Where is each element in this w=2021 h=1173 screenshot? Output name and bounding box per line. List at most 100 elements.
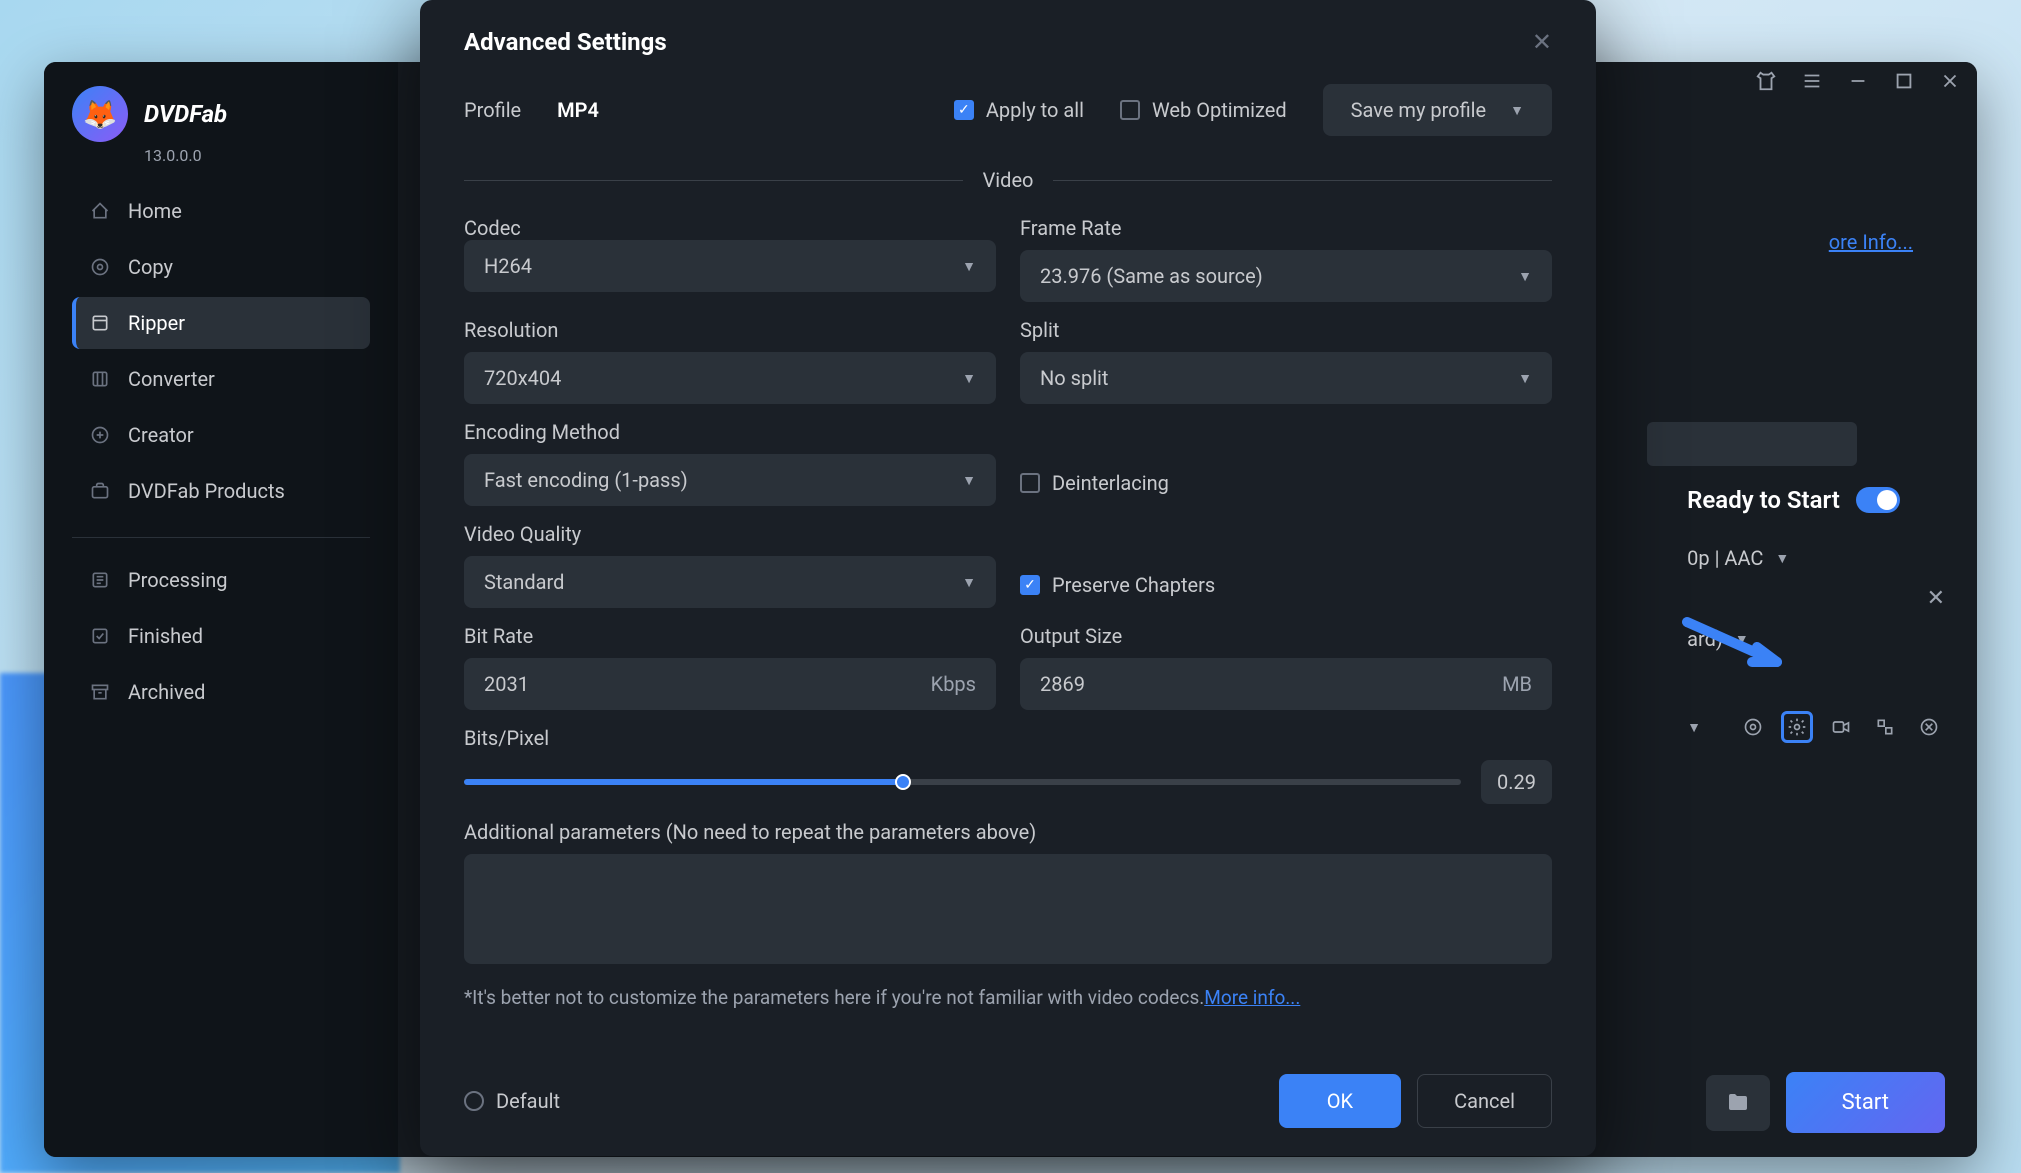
bitspixel-field: Bits/Pixel 0.29	[464, 726, 1552, 804]
profile-row: Profile MP4 ✓ Apply to all Web Optimized…	[464, 84, 1552, 136]
sidebar-item-archived[interactable]: Archived	[72, 666, 370, 718]
sidebar-item-converter[interactable]: Converter	[72, 353, 370, 405]
checkbox-icon	[1020, 473, 1040, 493]
field-label: Resolution	[464, 318, 996, 342]
sidebar-item-home[interactable]: Home	[72, 185, 370, 237]
select-value: 23.976 (Same as source)	[1040, 264, 1263, 288]
web-optimized-checkbox[interactable]: Web Optimized	[1120, 98, 1287, 122]
sidebar-item-processing[interactable]: Processing	[72, 554, 370, 606]
start-button[interactable]: Start	[1786, 1072, 1945, 1133]
sidebar-item-creator[interactable]: Creator	[72, 409, 370, 461]
field-label: Bit Rate	[464, 624, 996, 648]
bitrate-input-field[interactable]	[484, 672, 931, 696]
apply-to-all-checkbox[interactable]: ✓ Apply to all	[954, 98, 1084, 122]
cancel-button[interactable]: Cancel	[1417, 1074, 1552, 1128]
save-profile-button[interactable]: Save my profile ▼	[1323, 84, 1552, 136]
info-line-1: 0p | AAC ▼	[1687, 546, 1945, 570]
slider-thumb[interactable]	[895, 774, 911, 790]
nav-label: Ripper	[128, 311, 185, 335]
info-line-2: ard) ▼	[1687, 627, 1945, 651]
divider-line	[464, 180, 963, 181]
deinterlacing-checkbox[interactable]: Deinterlacing	[1020, 471, 1169, 495]
shirt-icon[interactable]	[1755, 70, 1777, 98]
copy-icon	[88, 255, 112, 279]
edit-icon[interactable]	[1825, 711, 1857, 743]
window-title-bar	[1755, 70, 1961, 98]
slider-row: 0.29	[464, 760, 1552, 804]
preserve-chapters-field: ✓ Preserve Chapters	[1020, 522, 1552, 608]
sidebar-item-ripper[interactable]: Ripper	[72, 297, 370, 349]
encoding-select[interactable]: Fast encoding (1-pass) ▼	[464, 454, 996, 506]
default-radio[interactable]: Default	[464, 1089, 560, 1113]
app-logo-row: 🦊 DVDFab	[72, 86, 370, 142]
home-icon	[88, 199, 112, 223]
select-value: 720x404	[484, 366, 561, 390]
field-label: Codec	[464, 216, 996, 240]
nav-label: Finished	[128, 624, 203, 648]
checkbox-icon: ✓	[1020, 575, 1040, 595]
field-label: Frame Rate	[1020, 216, 1552, 240]
sidebar-item-finished[interactable]: Finished	[72, 610, 370, 662]
resolution-select[interactable]: 720x404 ▼	[464, 352, 996, 404]
maximize-icon[interactable]	[1893, 70, 1915, 98]
preview-icon[interactable]	[1737, 711, 1769, 743]
sidebar-item-products[interactable]: DVDFab Products	[72, 465, 370, 517]
nav-label: Converter	[128, 367, 215, 391]
outputsize-input[interactable]: MB	[1020, 658, 1552, 710]
advanced-settings-modal: Advanced Settings ✕ Profile MP4 ✓ Apply …	[420, 0, 1596, 1156]
outputsize-input-field[interactable]	[1040, 672, 1502, 696]
field-label: Additional parameters (No need to repeat…	[464, 820, 1552, 844]
minimize-icon[interactable]	[1847, 70, 1869, 98]
note-text: *It's better not to customize the parame…	[464, 986, 1552, 1009]
additional-params-textarea[interactable]	[464, 854, 1552, 964]
footer-buttons: OK Cancel	[1279, 1074, 1552, 1128]
split-field: Split No split ▼	[1020, 318, 1552, 404]
sidebar: 🦊 DVDFab 13.0.0.0 Home Copy Ripper Conve…	[44, 62, 398, 1157]
tool-icons: ▼	[1687, 711, 1945, 743]
note-content: *It's better not to customize the parame…	[464, 986, 1204, 1009]
chevron-down-icon[interactable]: ▼	[1687, 719, 1701, 736]
field-label: Video Quality	[464, 522, 996, 546]
checkbox-label: Deinterlacing	[1052, 471, 1169, 495]
codec-select[interactable]: H264 ▼	[464, 240, 996, 292]
chevron-down-icon: ▼	[1510, 102, 1524, 119]
input-field-partial[interactable]	[1647, 422, 1857, 466]
section-label: Video	[983, 168, 1034, 192]
remove-icon[interactable]: ✕	[1927, 586, 1945, 611]
radio-icon	[464, 1091, 484, 1111]
checkbox-label: Apply to all	[986, 98, 1084, 122]
profile-value: MP4	[557, 98, 599, 122]
codec-field: Codec H264 ▼	[464, 216, 996, 302]
modal-body: Profile MP4 ✓ Apply to all Web Optimized…	[420, 84, 1596, 1046]
section-divider: Video	[464, 168, 1552, 192]
delete-icon[interactable]	[1913, 711, 1945, 743]
chevron-down-icon[interactable]: ▼	[1735, 631, 1749, 648]
sidebar-item-copy[interactable]: Copy	[72, 241, 370, 293]
framerate-select[interactable]: 23.976 (Same as source) ▼	[1020, 250, 1552, 302]
chevron-down-icon: ▼	[962, 258, 976, 275]
crop-icon[interactable]	[1869, 711, 1901, 743]
bitspixel-slider[interactable]	[464, 779, 1461, 785]
modal-close-icon[interactable]: ✕	[1532, 28, 1552, 56]
quality-select[interactable]: Standard ▼	[464, 556, 996, 608]
bitrate-input[interactable]: Kbps	[464, 658, 996, 710]
settings-gear-icon[interactable]	[1781, 711, 1813, 743]
ok-button[interactable]: OK	[1279, 1074, 1401, 1128]
output-folder-button[interactable]	[1706, 1075, 1770, 1131]
preserve-chapters-checkbox[interactable]: ✓ Preserve Chapters	[1020, 573, 1215, 597]
nav-label: Home	[128, 199, 182, 223]
split-select[interactable]: No split ▼	[1020, 352, 1552, 404]
menu-icon[interactable]	[1801, 70, 1823, 98]
chevron-down-icon[interactable]: ▼	[1775, 550, 1789, 567]
ready-toggle[interactable]	[1856, 487, 1900, 513]
chevron-down-icon: ▼	[1518, 370, 1532, 387]
quality-info: ard)	[1687, 627, 1723, 651]
select-value: Fast encoding (1-pass)	[484, 468, 688, 492]
more-info-link[interactable]: More info...	[1204, 986, 1300, 1009]
slider-fill	[464, 779, 903, 785]
field-label: Output Size	[1020, 624, 1552, 648]
checkbox-icon	[1120, 100, 1140, 120]
slider-value: 0.29	[1481, 760, 1552, 804]
close-icon[interactable]	[1939, 70, 1961, 98]
more-info-link[interactable]: ore Info...	[1829, 230, 1913, 254]
